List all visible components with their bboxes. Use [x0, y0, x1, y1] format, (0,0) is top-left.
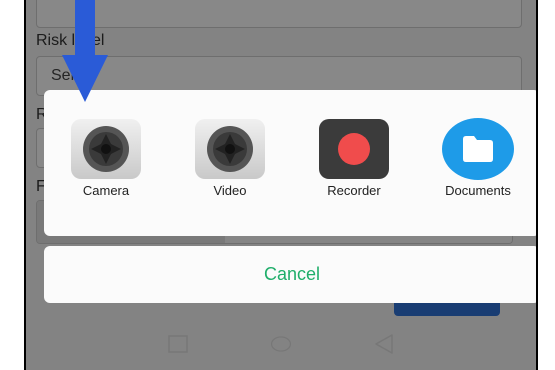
video-label: Video: [213, 183, 247, 198]
recent-apps-icon[interactable]: [167, 333, 189, 355]
folder-icon: [442, 118, 514, 180]
camera-option[interactable]: Camera: [56, 117, 156, 198]
documents-label: Documents: [445, 183, 511, 198]
arrow-down-icon: [62, 0, 108, 102]
video-option[interactable]: Video: [180, 117, 280, 198]
media-picker-sheet: Camera Video Recorder Documents: [44, 90, 536, 236]
recorder-option[interactable]: Recorder: [304, 117, 404, 198]
home-icon[interactable]: [270, 333, 292, 355]
cancel-button[interactable]: Cancel: [44, 246, 536, 303]
camera-icon: [71, 119, 141, 179]
camera-label: Camera: [82, 183, 130, 198]
recorder-icon: [319, 119, 389, 179]
documents-option[interactable]: Documents: [428, 117, 528, 198]
recorder-label: Recorder: [327, 183, 381, 198]
back-icon[interactable]: [373, 333, 395, 355]
video-icon: [195, 119, 265, 179]
system-nav-bar: [26, 318, 536, 370]
